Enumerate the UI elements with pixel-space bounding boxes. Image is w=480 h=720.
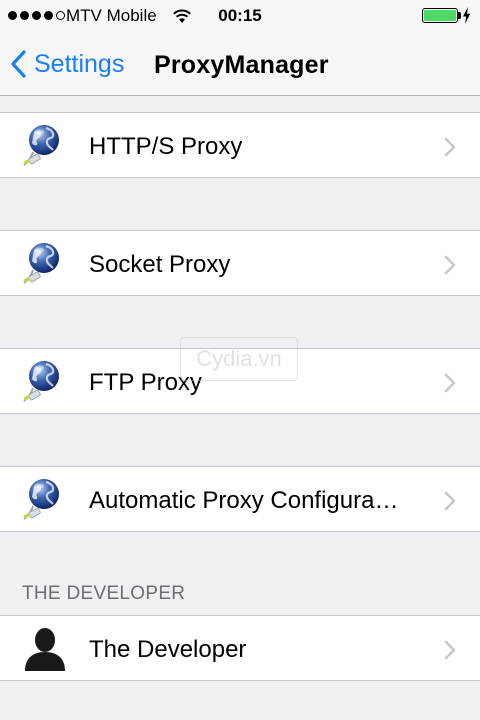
list-item-http-proxy[interactable]: HTTP/S Proxy xyxy=(0,112,480,178)
section-header: THE DEVELOPER xyxy=(22,583,186,604)
status-time: 00:15 xyxy=(218,6,262,25)
chevron-right-icon xyxy=(444,373,457,398)
network-globe-icon xyxy=(22,122,68,168)
status-bar: MTV Mobile 00:15 xyxy=(0,0,480,32)
chevron-left-icon xyxy=(11,50,26,78)
chevron-right-icon xyxy=(444,137,457,162)
page-title: ProxyManager xyxy=(154,51,329,79)
chevron-right-icon xyxy=(444,640,457,665)
list-item-label: Socket Proxy xyxy=(89,251,231,278)
watermark: Cydia.vn xyxy=(180,337,298,381)
list-item-label: Automatic Proxy Configura… xyxy=(89,487,399,514)
list-item-automatic-proxy[interactable]: Automatic Proxy Configura… xyxy=(0,466,480,532)
network-globe-icon xyxy=(22,476,68,522)
person-silhouette-icon xyxy=(22,625,68,671)
back-button-label: Settings xyxy=(34,49,125,78)
network-globe-icon xyxy=(22,358,68,404)
back-button[interactable]: Settings xyxy=(10,48,124,80)
list-item-socket-proxy[interactable]: Socket Proxy xyxy=(0,230,480,296)
battery-nub xyxy=(458,12,461,19)
list-item-label: The Developer xyxy=(89,636,247,663)
network-globe-icon xyxy=(22,240,68,286)
lightning-bolt-icon xyxy=(462,7,471,29)
chevron-right-icon xyxy=(444,255,457,280)
navigation-bar: Settings ProxyManager xyxy=(0,32,480,96)
list-item-label: HTTP/S Proxy xyxy=(89,133,243,160)
battery-icon xyxy=(422,8,458,23)
list-item-developer[interactable]: The Developer xyxy=(0,615,480,681)
battery-level xyxy=(424,10,456,21)
chevron-right-icon xyxy=(444,491,457,516)
